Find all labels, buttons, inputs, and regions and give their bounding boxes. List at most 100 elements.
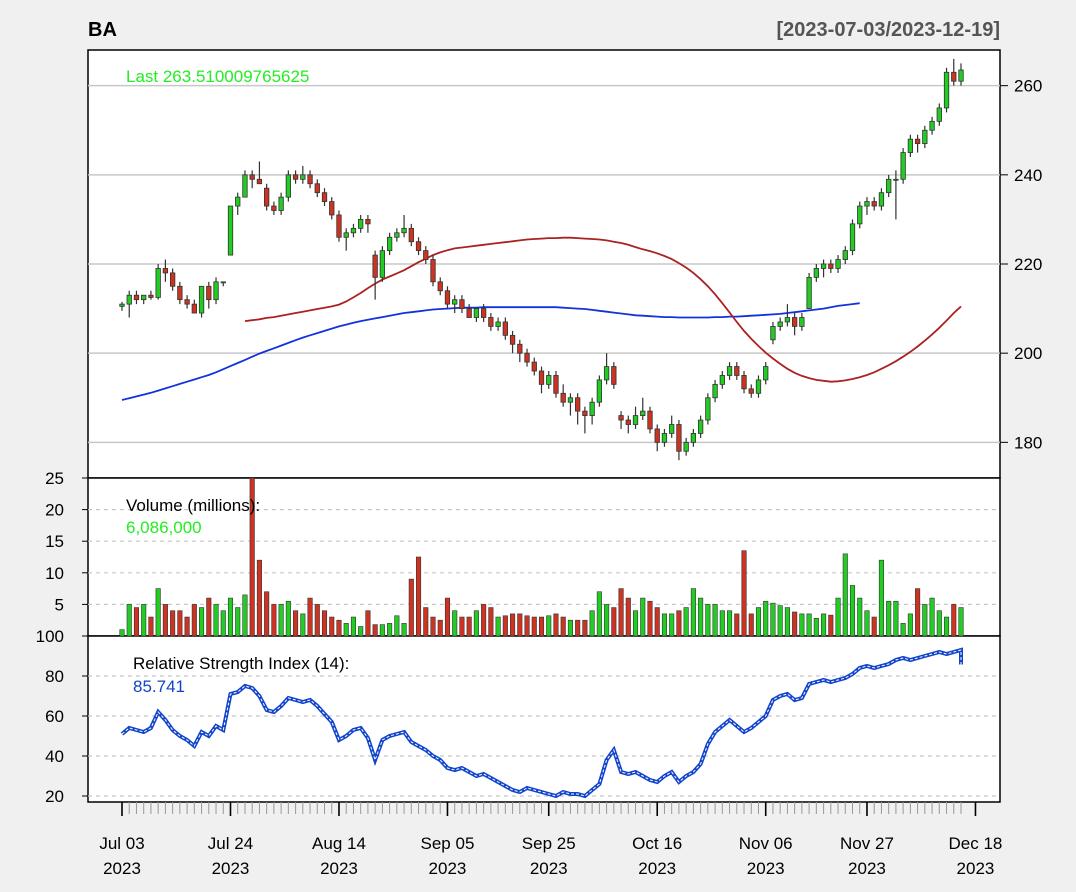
candle-body (864, 201, 870, 207)
volume-bar (495, 616, 501, 637)
candle (285, 170, 291, 202)
price-tick-label: 220 (1014, 255, 1042, 274)
candle-body (878, 192, 885, 207)
candle-body (495, 321, 501, 327)
volume-bar (886, 600, 892, 637)
candle-body (784, 317, 791, 323)
candle-body (712, 383, 718, 399)
candle-body (466, 308, 472, 318)
volume-bar (915, 588, 921, 637)
volume-bar (481, 604, 487, 637)
volume-bar (821, 613, 827, 637)
volume-bar (719, 610, 725, 637)
volume-bar (958, 607, 964, 637)
candle-body (350, 227, 357, 234)
candle (596, 375, 603, 407)
x-tick-label-year: 2023 (747, 859, 785, 878)
candle-body (473, 308, 480, 318)
candle (430, 255, 436, 287)
volume-bar (444, 597, 451, 637)
candle-body (329, 201, 335, 216)
candle-body (734, 366, 740, 376)
volume-tick-label: 10 (45, 564, 64, 583)
volume-last-value: 6,086,000 (126, 518, 202, 537)
x-tick-label-date: Sep 05 (421, 834, 475, 853)
volume-bar (857, 597, 863, 637)
x-tick-label-year: 2023 (103, 859, 141, 878)
volume-bar (538, 616, 545, 637)
price-tick-label: 240 (1014, 166, 1042, 185)
volume-bar (669, 613, 675, 637)
candle-body (690, 433, 697, 443)
candle-body (763, 366, 769, 381)
candle-body (459, 299, 465, 309)
volume-bar (575, 619, 581, 637)
candle-body (669, 424, 675, 434)
candle-body (365, 219, 371, 225)
candle-body (683, 441, 689, 452)
x-tick-label-date: Oct 16 (632, 834, 682, 853)
candle-body (828, 263, 834, 269)
rsi-tick-label: 60 (45, 707, 64, 726)
volume-bar (242, 594, 248, 637)
chart-symbol: BA (88, 19, 117, 41)
volume-bar (792, 611, 798, 637)
volume-bar (683, 607, 689, 637)
candle-body (343, 232, 349, 238)
candle-body (871, 201, 877, 207)
volume-bar (329, 616, 335, 637)
volume-bar (141, 604, 147, 637)
volume-bar (408, 578, 414, 637)
candle-body (546, 375, 552, 385)
candle-body (661, 433, 668, 443)
volume-bar (676, 610, 682, 637)
candle-body (813, 268, 819, 278)
volume-bar (625, 597, 631, 637)
candle-body (379, 250, 386, 278)
x-tick-label-year: 2023 (957, 859, 995, 878)
volume-bar (618, 588, 624, 637)
volume-bar (878, 559, 884, 637)
x-tick-label-year: 2023 (320, 859, 358, 878)
volume-tick-label: 20 (45, 501, 64, 520)
x-tick-label-year: 2023 (638, 859, 676, 878)
candle-body (213, 281, 219, 301)
candle-body (820, 263, 827, 269)
candle-body (531, 361, 537, 372)
volume-bar (842, 553, 848, 637)
candle-body (430, 259, 436, 283)
volume-bar (220, 610, 226, 637)
candle-body (336, 214, 342, 238)
candle-body (849, 223, 856, 252)
volume-bar (553, 613, 559, 637)
candle-body (654, 428, 660, 443)
candle-body (647, 410, 653, 430)
candle-body (582, 410, 588, 416)
candle-body (922, 129, 928, 145)
candle (806, 272, 812, 309)
last-price-label: Last 263.510009765625 (126, 67, 309, 86)
volume-bar (314, 604, 320, 637)
candle-body (321, 192, 328, 202)
candle-body (929, 120, 935, 131)
candle-body (148, 294, 154, 298)
candle (900, 148, 906, 184)
volume-bar (126, 604, 132, 637)
volume-bar (177, 610, 183, 637)
candle-body (285, 174, 291, 198)
candle-body (480, 308, 487, 318)
rsi-tick-label: 20 (45, 787, 64, 806)
volume-bar (256, 559, 262, 637)
volume-bar (365, 610, 371, 637)
candle-body (611, 366, 617, 385)
volume-bar (734, 613, 740, 637)
volume-bar (784, 607, 790, 637)
candle-body (415, 241, 422, 252)
volume-bar (271, 604, 277, 637)
candle-body (835, 259, 841, 269)
volume-tick-label: 5 (55, 595, 64, 614)
candle-body (755, 379, 762, 394)
candle-body (625, 419, 631, 425)
volume-bar (293, 610, 299, 637)
candle (198, 285, 205, 318)
